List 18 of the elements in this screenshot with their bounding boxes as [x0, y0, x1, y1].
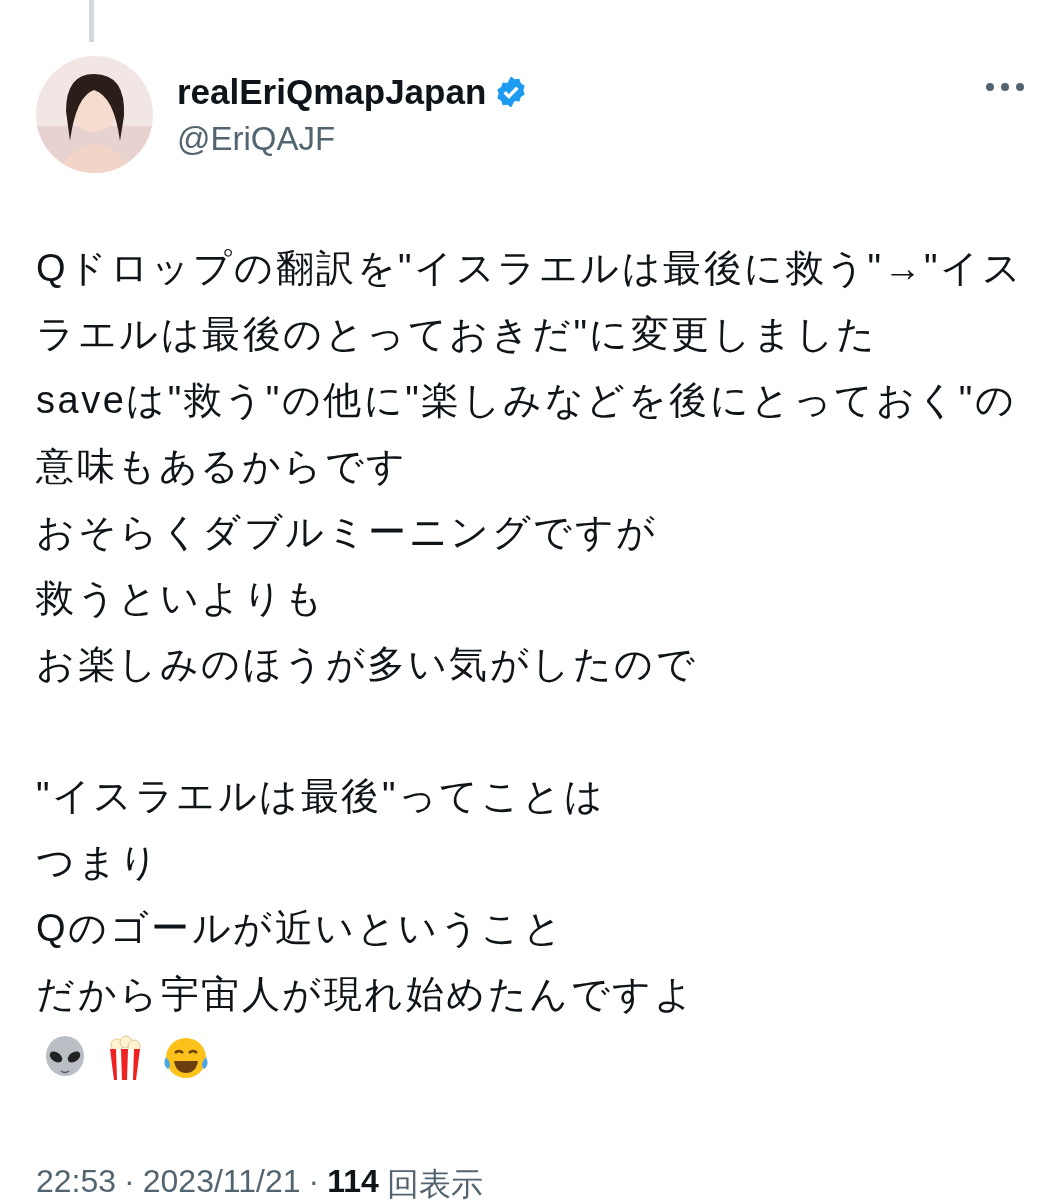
view-count: 114 — [327, 1163, 379, 1200]
tweet-text: 救うといよりも — [36, 576, 327, 621]
user-handle[interactable]: @EriQAJF — [177, 119, 529, 158]
tweet-text: Qのゴールが近いということ — [36, 906, 566, 951]
tweet-text: saveは"救う"の他に"楽しみなどを後にとっておく"の意味もあるからです — [36, 378, 1018, 489]
tweet-text: おそらくダブルミーニングですが — [36, 510, 659, 555]
separator-dot: · — [124, 1163, 135, 1200]
tweet-text: "イスラエルは最後"ってことは — [36, 774, 607, 819]
tweet-text: だから宇宙人が現れ始めたんですよ — [36, 972, 696, 1017]
separator-dot: · — [308, 1163, 320, 1200]
user-name[interactable]: realEriQmapJapan — [177, 71, 487, 112]
tweet-date[interactable]: 2023/11/21 — [142, 1163, 301, 1200]
laughing-emoji-icon — [162, 1035, 210, 1081]
more-icon[interactable] — [985, 82, 1025, 92]
views-label: 回表示 — [386, 1165, 483, 1200]
tweet-time[interactable]: 22:53 — [36, 1163, 117, 1200]
tweet-text: お楽しみのほうが多い気がしたので — [36, 642, 698, 687]
tweet-text: つまり — [36, 840, 162, 885]
